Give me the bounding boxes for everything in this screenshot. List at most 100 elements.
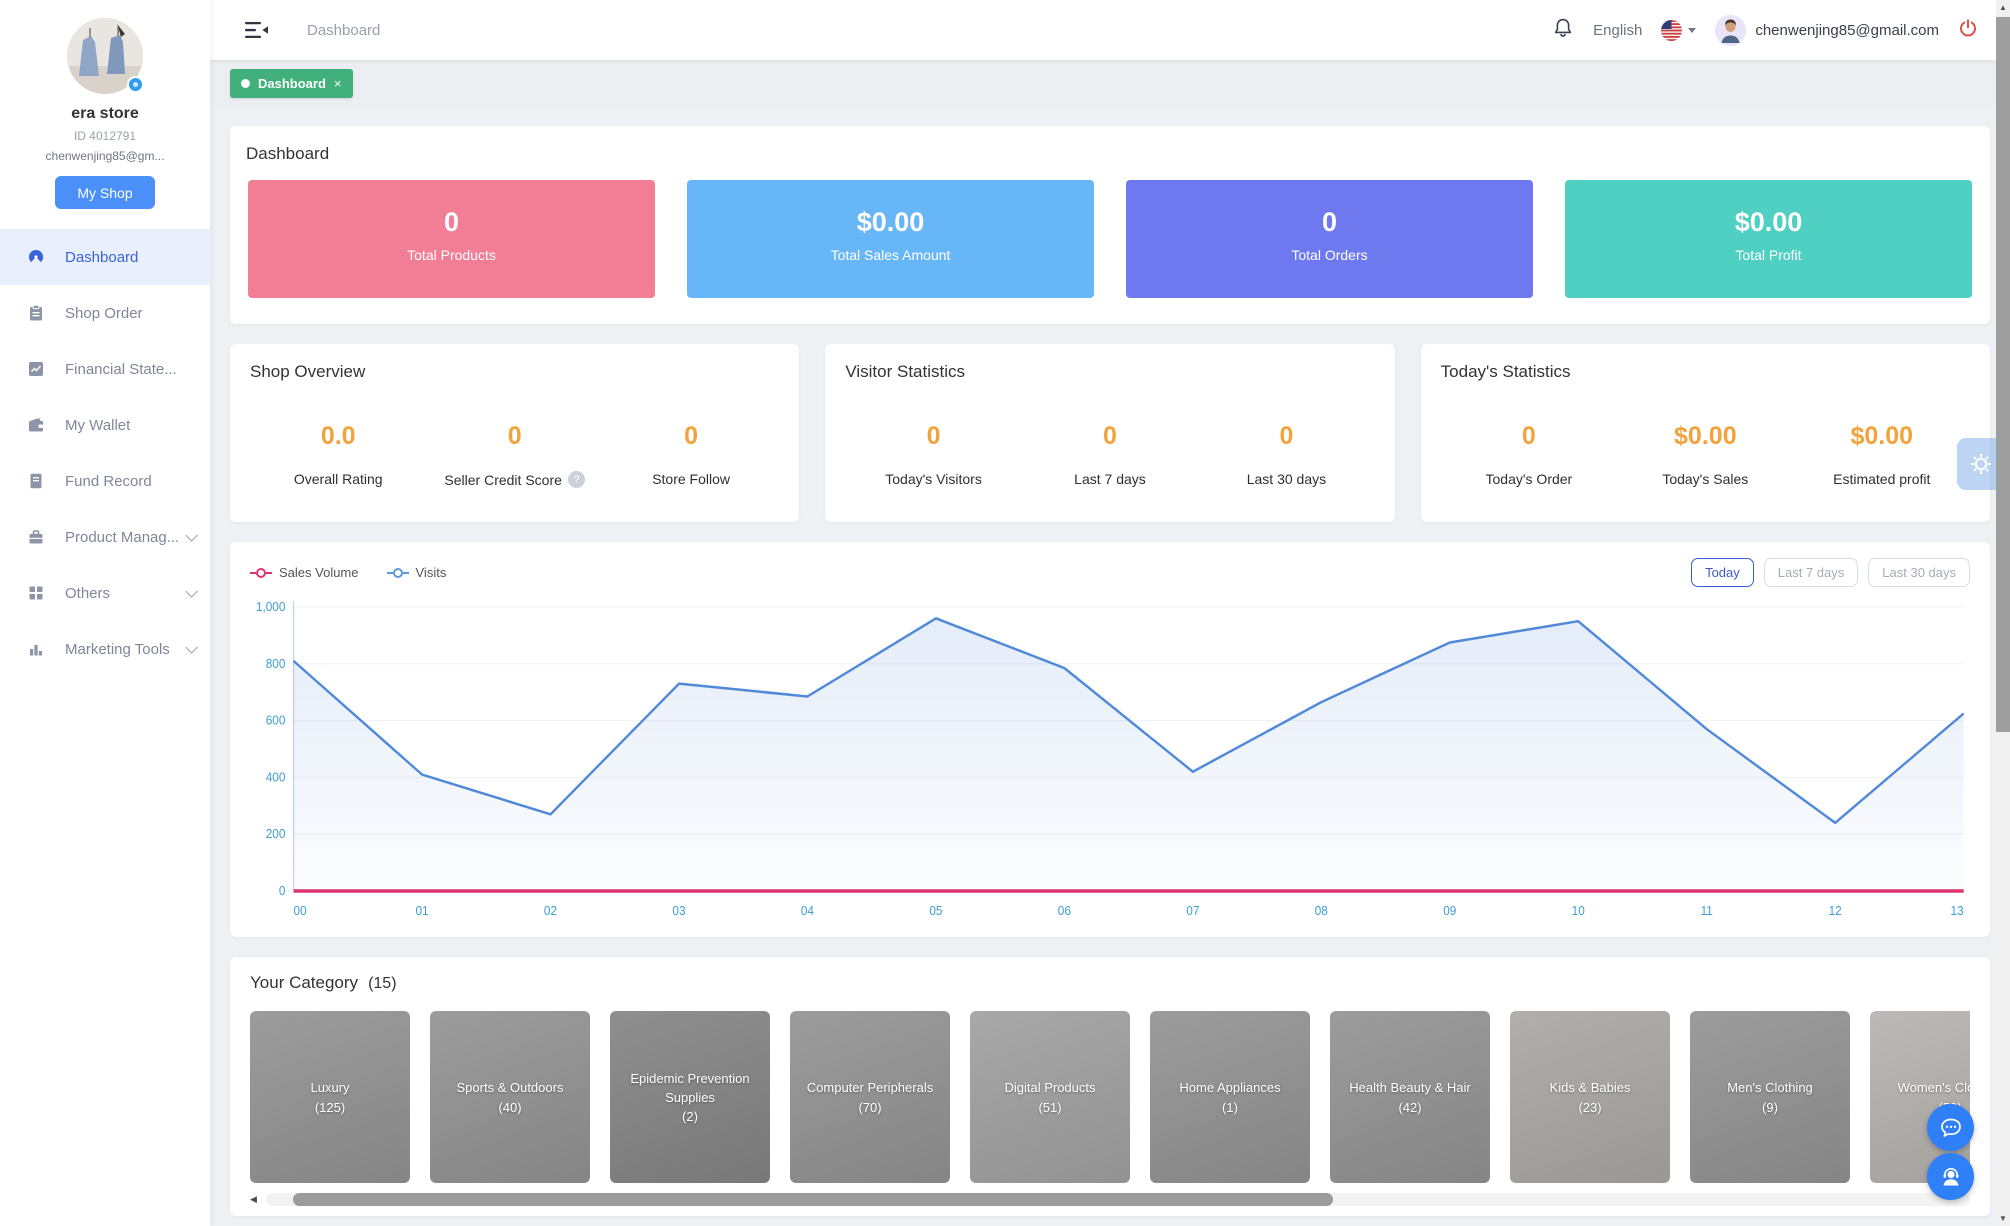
scroll-left-arrow-icon[interactable]: ◀: [250, 1194, 266, 1205]
sidebar-collapse-button[interactable]: [245, 21, 269, 39]
notifications-button[interactable]: [1552, 17, 1574, 44]
category-item-count: (51): [1038, 1099, 1062, 1115]
chevron-down-icon: [185, 640, 198, 654]
page-scrollbar-thumb[interactable]: [1996, 17, 2010, 732]
help-icon[interactable]: ?: [567, 471, 585, 488]
category-item[interactable]: Digital Products (51): [970, 1011, 1130, 1183]
tab-dashboard[interactable]: Dashboard ×: [230, 69, 353, 98]
legend-item[interactable]: Sales Volume: [250, 565, 359, 580]
sidebar-item-label: My Wallet: [65, 416, 131, 434]
category-item-count: (1): [1222, 1099, 1238, 1115]
sidebar-item-my-wallet[interactable]: My Wallet: [0, 397, 210, 453]
sidebar-item-product-management[interactable]: Product Manag...: [0, 509, 210, 565]
sidebar-item-dashboard[interactable]: Dashboard: [0, 229, 210, 285]
store-id: ID 4012791: [73, 129, 137, 143]
overview-tile: 0 Total Orders: [1126, 180, 1533, 298]
product-management-icon: [29, 530, 43, 544]
sidebar-item-financial-statement[interactable]: Financial State...: [0, 341, 210, 397]
tab-close-icon[interactable]: ×: [334, 76, 342, 91]
category-count: (15): [368, 975, 397, 992]
category-item[interactable]: Computer Peripherals (70): [790, 1011, 950, 1183]
overview-tile: $0.00 Total Profit: [1565, 180, 1972, 298]
category-item[interactable]: Home Appliances (1): [1150, 1011, 1310, 1183]
overview-title: Dashboard: [246, 144, 330, 163]
svg-text:200: 200: [266, 827, 286, 842]
legend-label: Visits: [415, 565, 447, 580]
legend-marker-icon: [386, 567, 409, 578]
svg-text:02: 02: [544, 903, 557, 918]
category-item[interactable]: Health Beauty & Hair (42): [1330, 1011, 1490, 1183]
financial-statement-icon: [29, 362, 43, 376]
gear-icon: [1970, 454, 1991, 474]
category-item[interactable]: Men's Clothing (9): [1690, 1011, 1850, 1183]
sidebar-item-marketing-tools[interactable]: Marketing Tools: [0, 621, 210, 677]
shop-overview-title: Shop Overview: [250, 362, 366, 381]
topbar: Dashboard English chenwenjing85@gmail.co…: [210, 0, 2010, 60]
range-button[interactable]: Today: [1691, 558, 1754, 587]
range-button[interactable]: Last 30 days: [1868, 558, 1970, 587]
stats-row: Shop Overview 0.0 Overall Rating ? 0 Sel…: [230, 344, 1990, 522]
store-avatar[interactable]: [67, 18, 144, 94]
category-card: Your Category (15) Luxury (125) Sports &…: [230, 957, 1990, 1216]
page-scrollbar[interactable]: ▲ ▼: [1996, 0, 2010, 1226]
sidebar-item-label: Financial State...: [65, 360, 177, 378]
page-title: Dashboard: [307, 21, 381, 39]
stat-item: 0 Today's Order ?: [1441, 422, 1617, 487]
category-item[interactable]: Luxury (125): [250, 1011, 410, 1183]
stat-item: 0.0 Overall Rating ?: [250, 422, 426, 488]
stat-item: 0 Last 30 days ?: [1198, 422, 1374, 487]
user-avatar: [1715, 14, 1747, 46]
svg-text:12: 12: [1829, 903, 1842, 918]
wallet-icon: [29, 418, 43, 432]
sales-visits-line-chart[interactable]: 0 200 400 600 800 1,000 00 01 02 03 04 05 06 07 08 09 10…: [250, 595, 1970, 927]
today-statistics-stats: 0 Today's Order ? $0.00 Today's Sales ? …: [1441, 422, 1970, 487]
chat-fab[interactable]: [1927, 1104, 1974, 1151]
category-item-count: (70): [858, 1099, 882, 1115]
account-menu[interactable]: chenwenjing85@gmail.com: [1715, 14, 1939, 46]
category-item[interactable]: Sports & Outdoors (40): [430, 1011, 590, 1183]
category-item-count: (40): [498, 1099, 522, 1115]
us-flag-icon: [1661, 19, 1683, 41]
account-email: chenwenjing85@gmail.com: [1755, 21, 1939, 39]
today-statistics-title: Today's Statistics: [1440, 362, 1571, 381]
my-shop-button[interactable]: My Shop: [55, 176, 155, 209]
sidebar-item-fund-record[interactable]: Fund Record: [0, 453, 210, 509]
legend-marker-icon: [250, 567, 272, 578]
sidebar: era store ID 4012791 chenwenjing85@gm...…: [0, 0, 210, 1226]
verified-badge-icon: [127, 76, 144, 93]
scroll-up-arrow-icon[interactable]: ▲: [1996, 3, 2010, 12]
category-item-count: (23): [1578, 1099, 1602, 1115]
stat-value: 0: [1103, 422, 1117, 450]
tile-value: $0.00: [856, 207, 925, 237]
tile-label: Total Orders: [1291, 247, 1368, 263]
tile-value: 0: [1321, 207, 1338, 237]
svg-text:400: 400: [266, 770, 286, 785]
scroll-down-arrow-icon[interactable]: ▼: [1996, 1214, 2010, 1223]
sidebar-item-label: Others: [65, 584, 111, 602]
marketing-tools-icon: [30, 645, 42, 656]
store-email: chenwenjing85@gm...: [45, 149, 165, 163]
language-selector[interactable]: [1661, 19, 1697, 41]
bell-icon: [1554, 18, 1572, 37]
tab-active-dot: [241, 79, 250, 88]
range-button[interactable]: Last 7 days: [1763, 558, 1859, 587]
chat-bubble-icon: [1940, 1118, 1961, 1137]
category-item[interactable]: Epidemic Prevention Supplies (2): [610, 1011, 770, 1183]
sidebar-item-label: Product Manag...: [65, 528, 180, 546]
category-item-count: (2): [682, 1108, 698, 1124]
support-fab[interactable]: [1927, 1153, 1974, 1200]
sidebar-item-others[interactable]: Others: [0, 565, 210, 621]
legend-item[interactable]: Visits: [386, 565, 447, 580]
legend-label: Sales Volume: [279, 565, 359, 580]
stat-value: 0: [1279, 422, 1294, 450]
category-item[interactable]: Kids & Babies (23): [1510, 1011, 1670, 1183]
svg-text:05: 05: [929, 903, 942, 918]
tab-bar: Dashboard ×: [210, 60, 2010, 106]
category-scrollbar-thumb[interactable]: [293, 1193, 1333, 1206]
svg-text:10: 10: [1572, 903, 1585, 918]
logout-button[interactable]: [1958, 18, 1978, 43]
sidebar-item-shop-order[interactable]: Shop Order: [0, 285, 210, 341]
svg-text:00: 00: [294, 903, 307, 918]
category-scrollbar-track[interactable]: [266, 1193, 1970, 1206]
category-item-count: (9): [1762, 1099, 1778, 1115]
